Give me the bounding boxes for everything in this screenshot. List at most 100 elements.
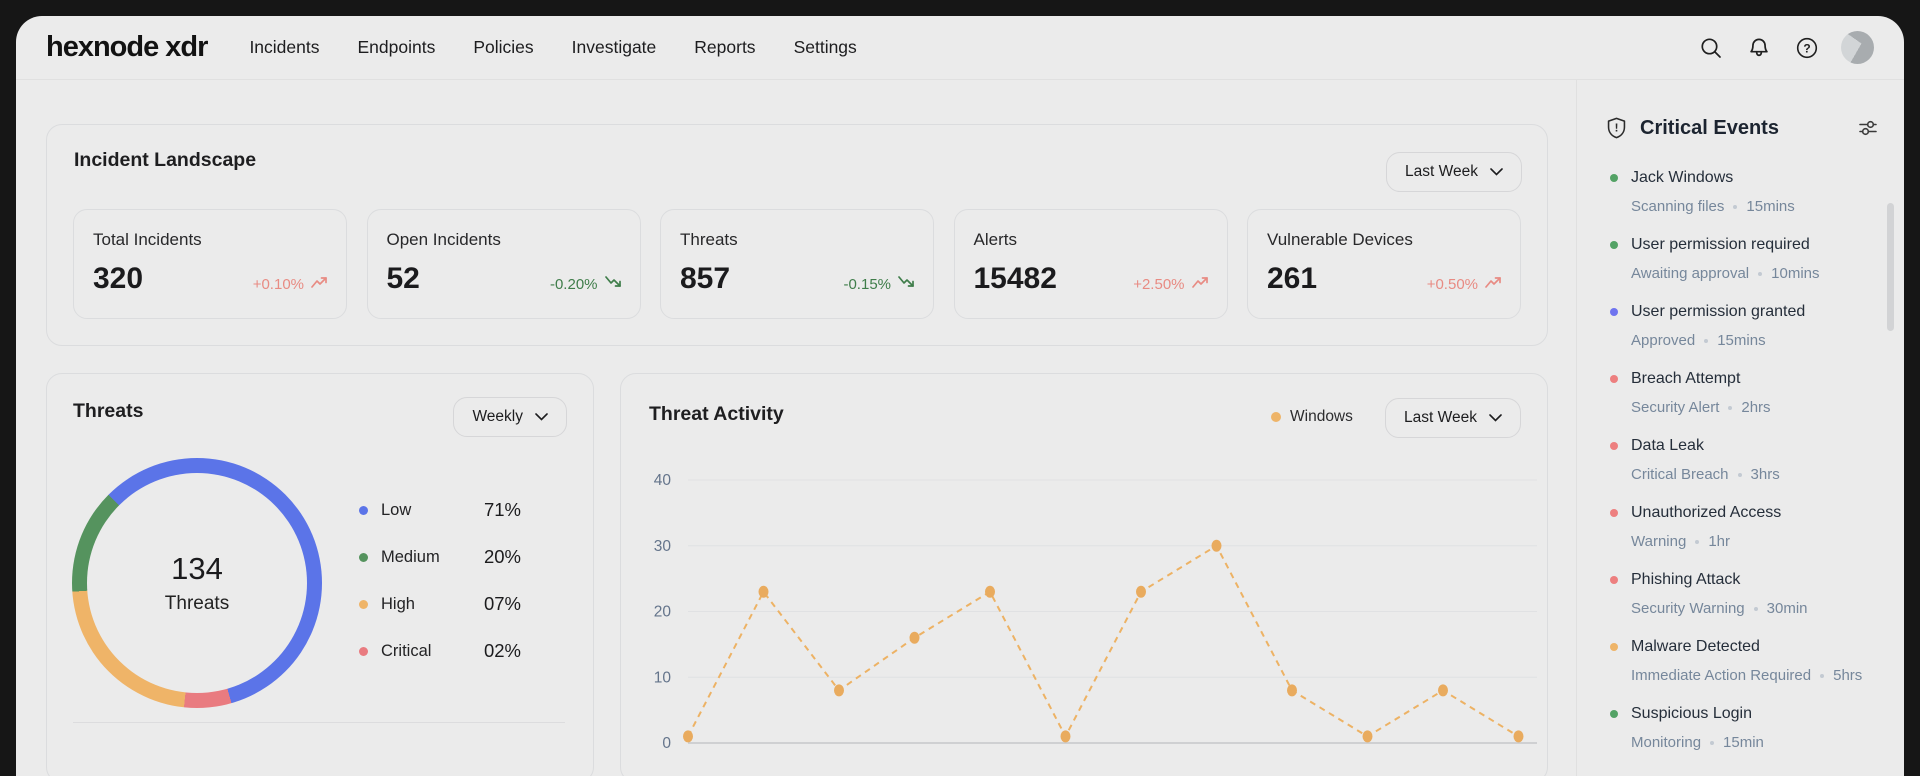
critical-event-item[interactable]: Breach Attempt Security Alert 2hrs [1577,369,1904,436]
donut-legend-row[interactable]: Medium 20% [359,543,521,571]
event-subtext: Immediate Action Required 5hrs [1631,666,1885,685]
event-time: 15mins [1717,332,1766,349]
svg-text:20: 20 [654,604,672,621]
legend-dot [359,505,368,515]
event-subtext: Awaiting approval 10mins [1631,264,1885,283]
legend-dot [359,552,368,562]
critical-event-item[interactable]: Malware Detected Immediate Action Requir… [1577,637,1904,704]
critical-event-item[interactable]: User permission granted Approved 15mins [1577,302,1904,369]
dot-separator-icon [1704,338,1709,343]
stat-delta-text: +0.10% [252,275,304,293]
user-avatar[interactable] [1841,31,1874,64]
stat-card[interactable]: Total Incidents 320 +0.10% [73,209,347,319]
threat-activity-card: Threat Activity Windows Last Week 40 30 20… [620,373,1548,776]
incident-landscape-range-dropdown[interactable]: Last Week [1386,152,1522,192]
nav-item[interactable]: Settings [794,37,857,58]
legend-value: 07% [483,593,521,614]
legend-dot [1271,412,1281,422]
severity-dot [1610,442,1618,450]
search-icon[interactable] [1697,34,1724,61]
threat-activity-range-dropdown[interactable]: Last Week [1385,398,1521,438]
legend-label: Medium [381,547,440,566]
critical-events-title: Critical Events [1640,116,1779,139]
event-subtext: Warning 1hr [1631,532,1885,551]
donut-legend-row[interactable]: High 07% [359,590,521,618]
svg-text:10: 10 [654,669,672,686]
event-time: 15mins [1746,198,1795,215]
event-time: 2hrs [1741,399,1771,416]
donut-center-label: Threats [164,593,230,614]
nav-item[interactable]: Investigate [572,37,657,58]
nav-item[interactable]: Endpoints [357,37,435,58]
event-status: Monitoring [1631,734,1702,751]
threats-range-dropdown[interactable]: Weekly [453,397,567,437]
event-status: Critical Breach [1631,466,1729,483]
stat-value: 15482 [973,262,1057,295]
threats-donut-chart: 134 Threats [72,458,322,708]
critical-event-item[interactable]: User permission required Awaiting approv… [1577,235,1904,302]
threats-card: Threats Weekly 134 Threats Low 71% Mediu… [46,373,594,776]
filter-tune-icon[interactable] [1857,117,1879,139]
event-status: Security Alert [1631,399,1720,416]
stat-value: 320 [93,262,144,295]
stat-delta: -0.15% [843,275,915,293]
critical-event-item[interactable]: Phishing Attack Security Warning 30min [1577,570,1904,637]
dot-separator-icon [1737,472,1742,477]
event-status: Security Warning [1631,600,1745,617]
legend-value: 20% [483,546,521,567]
severity-dot [1610,241,1618,249]
dot-separator-icon [1710,740,1715,745]
legend-value: 02% [483,640,521,661]
event-title: User permission required [1631,236,1810,253]
dot-separator-icon [1728,405,1733,410]
event-title: Data Leak [1631,437,1704,454]
critical-event-item[interactable]: Data Leak Critical Breach 3hrs [1577,436,1904,503]
stat-value: 857 [680,262,731,295]
stat-delta: +2.50% [1133,275,1208,293]
legend-dot [359,646,368,656]
critical-event-item[interactable]: Jack Windows Scanning files 15mins [1577,168,1904,235]
event-title: Jack Windows [1631,169,1734,186]
legend-label: Windows [1290,408,1353,425]
divider [73,722,565,723]
critical-event-item[interactable]: Unauthorized Access Warning 1hr [1577,503,1904,570]
nav-item[interactable]: Policies [473,37,533,58]
range-dropdown-label: Last Week [1404,409,1477,426]
help-icon[interactable]: ? [1793,34,1820,61]
stat-label: Alerts [973,230,1017,249]
stat-card[interactable]: Open Incidents 52 -0.20% [366,209,641,319]
dot-separator-icon [1695,539,1700,544]
donut-legend-row[interactable]: Critical 02% [359,637,521,665]
alert-shield-icon: ! [1607,117,1626,139]
event-subtext: Security Alert 2hrs [1631,398,1885,417]
critical-event-item[interactable]: Suspicious Login Monitoring 15min [1577,704,1904,771]
stat-label: Threats [680,230,738,249]
svg-text:40: 40 [654,472,672,489]
legend-value: 71% [483,499,521,520]
stat-card[interactable]: Threats 857 -0.15% [660,209,934,319]
donut-legend-row[interactable]: Low 71% [359,496,521,524]
stat-card[interactable]: Vulnerable Devices 261 +0.50% [1247,209,1521,319]
notifications-bell-icon[interactable] [1745,34,1772,61]
sidebar-scrollbar[interactable] [1887,203,1894,331]
stat-delta: +0.50% [1427,275,1502,293]
range-dropdown-label: Last Week [1405,163,1478,180]
event-time: 1hr [1708,533,1730,550]
svg-text:0: 0 [662,735,671,752]
svg-text:?: ? [1803,41,1810,55]
stat-label: Total Incidents [93,230,202,249]
range-dropdown-label: Weekly [472,408,523,425]
nav-item[interactable]: Reports [694,37,755,58]
event-subtext: Critical Breach 3hrs [1631,465,1885,484]
event-status: Scanning files [1631,198,1725,215]
trend-arrow-icon [604,275,622,293]
nav-item[interactable]: Incidents [249,37,319,58]
trend-arrow-icon [898,275,915,293]
severity-dot [1610,308,1618,316]
hexnode-xdr-logo: hexnode xdr [46,31,208,63]
stat-delta-text: +2.50% [1133,275,1185,293]
stat-card[interactable]: Alerts 15482 +2.50% [953,209,1228,319]
threats-title: Threats [73,400,144,422]
threat-activity-legend: Windows [1271,398,1353,436]
event-status: Warning [1631,533,1687,550]
